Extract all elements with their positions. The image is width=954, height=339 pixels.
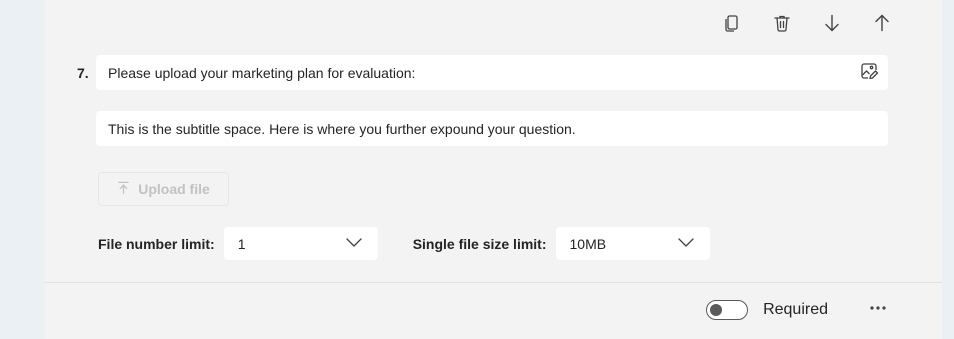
file-size-limit-label: Single file size limit: — [412, 235, 547, 252]
question-toolbar — [720, 12, 894, 38]
arrow-up-icon — [872, 13, 892, 38]
more-options-button[interactable] — [866, 298, 890, 322]
delete-question-button[interactable] — [770, 12, 794, 38]
question-number: 7. — [77, 65, 89, 81]
upload-icon — [117, 181, 130, 197]
chevron-down-icon — [676, 232, 696, 255]
file-number-limit-label: File number limit: — [98, 235, 215, 252]
file-size-limit-value: 10MB — [569, 235, 607, 252]
footer-divider — [45, 282, 942, 283]
question-title-text: Please upload your marketing plan for ev… — [108, 64, 416, 81]
more-horizontal-icon — [868, 298, 888, 323]
toggle-knob — [710, 304, 723, 316]
arrow-down-icon — [822, 13, 842, 38]
file-limits-row: File number limit: 1 Single file size li… — [98, 227, 710, 260]
file-size-limit-select[interactable]: 10MB — [555, 227, 710, 260]
question-card: 7. Please upload your marketing plan for… — [45, 0, 942, 339]
image-edit-icon — [859, 61, 879, 84]
file-number-limit-select[interactable]: 1 — [223, 227, 378, 260]
insert-image-button[interactable] — [858, 62, 880, 84]
trash-icon — [772, 13, 792, 38]
upload-file-button[interactable]: Upload file — [98, 172, 229, 206]
copy-icon — [722, 13, 742, 38]
upload-file-label: Upload file — [138, 181, 210, 197]
question-subtitle-input[interactable]: This is the subtitle space. Here is wher… — [96, 111, 888, 146]
question-title-input[interactable]: Please upload your marketing plan for ev… — [96, 55, 888, 90]
file-number-limit-value: 1 — [237, 235, 246, 252]
question-footer: Required — [706, 295, 890, 325]
copy-question-button[interactable] — [720, 12, 744, 38]
move-down-button[interactable] — [820, 12, 844, 38]
required-toggle[interactable] — [706, 300, 749, 320]
required-label: Required — [763, 301, 828, 318]
question-subtitle-text: This is the subtitle space. Here is wher… — [108, 120, 576, 137]
move-up-button[interactable] — [870, 12, 894, 38]
chevron-down-icon — [344, 232, 364, 255]
